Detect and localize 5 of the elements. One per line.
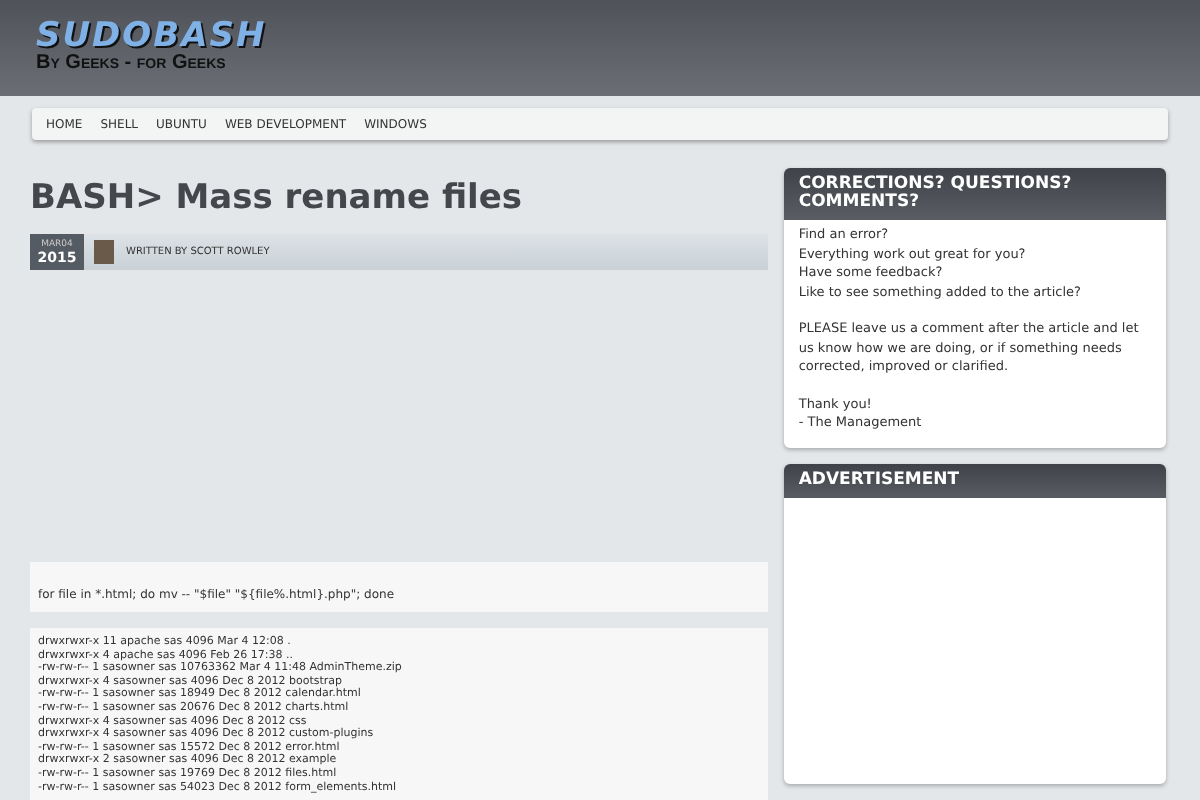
avatar-icon: [94, 240, 114, 264]
widget-title: ADVERTISEMENT: [784, 463, 1166, 497]
article-title: BASH> Mass rename files: [30, 176, 525, 220]
widget-title: CORRECTIONS? QUESTIONS? COMMENTS?: [784, 168, 1166, 220]
site-tagline: By Geeks - for Geeks: [36, 52, 228, 74]
